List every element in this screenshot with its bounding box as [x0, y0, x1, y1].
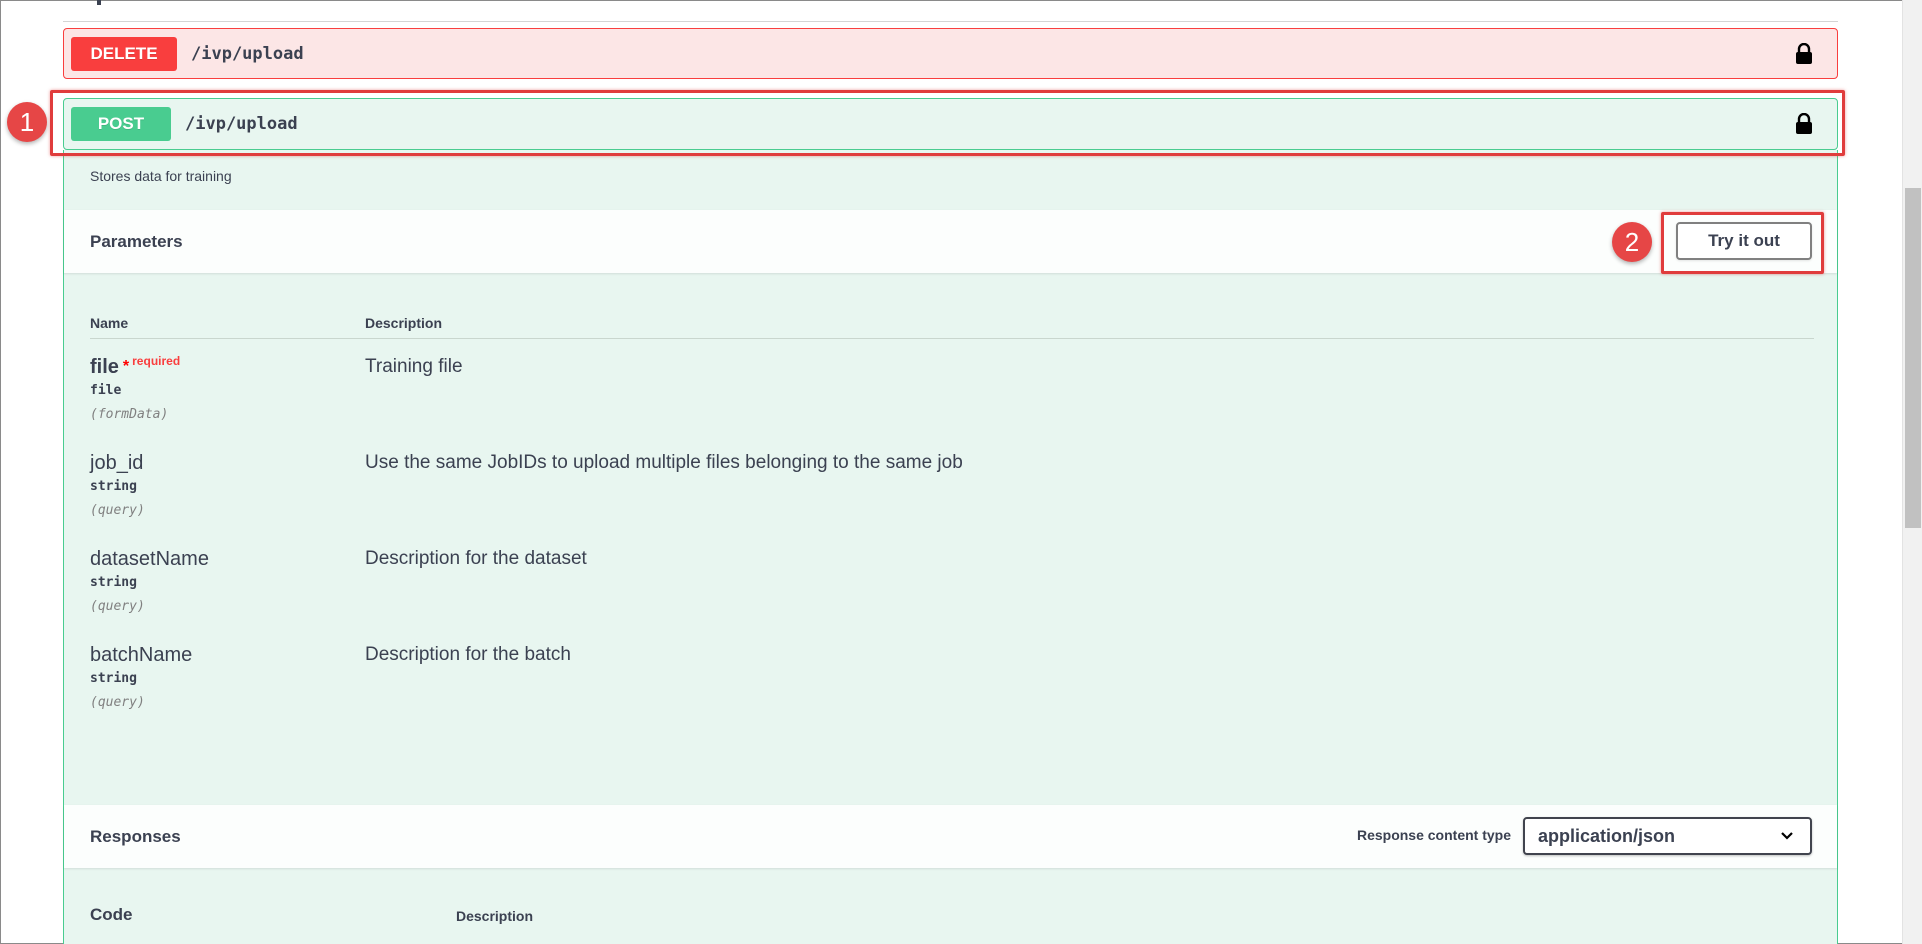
parameter-location: (query) [90, 599, 145, 614]
parameter-location: (formData) [90, 407, 169, 422]
parameter-description: Training file [365, 356, 463, 377]
required-label: required [132, 354, 181, 368]
parameter-location: (query) [90, 503, 145, 518]
parameter-type: string [90, 671, 137, 686]
parameters-title: Parameters [90, 231, 183, 251]
parameter-name: file [90, 356, 119, 378]
annotation-highlight-post [50, 90, 1845, 156]
vertical-scrollbar[interactable] [1902, 0, 1922, 944]
parameter-description: Description for the batch [365, 644, 571, 665]
chevron-down-icon [1781, 832, 1793, 840]
parameter-description: Use the same JobIDs to upload multiple f… [365, 452, 963, 473]
column-header-name: Name [90, 315, 129, 331]
parameters-header: Parameters Try it out [64, 210, 1837, 273]
parameter-description: Description for the dataset [365, 548, 587, 569]
annotation-marker-1: 1 [7, 102, 47, 142]
parameter-location: (query) [90, 695, 145, 710]
operation-body: Stores data for training Parameters Try … [63, 150, 1838, 944]
content-type-value: application/json [1538, 825, 1676, 846]
parameter-name: job_id [90, 452, 144, 474]
operation-path: /ivp/upload [191, 43, 304, 64]
responses-header: Responses Response content type applicat… [64, 805, 1837, 868]
truncated-heading-fragment [97, 0, 101, 5]
responses-title: Responses [90, 826, 181, 846]
annotation-marker-2: 2 [1612, 222, 1652, 262]
parameter-name-group: file * required [90, 354, 181, 379]
operation-delete-ivp-upload[interactable]: DELETE /ivp/upload [63, 28, 1838, 79]
operation-summary: Stores data for training [90, 168, 232, 184]
parameter-row-job-id: job_id string (query) Use the same JobID… [90, 452, 1790, 542]
parameter-type: string [90, 479, 137, 494]
parameter-row-file: file * required file (formData) Training f… [90, 354, 1790, 446]
annotation-highlight-try-it-out [1661, 212, 1824, 274]
responses-table-header: Code Description [90, 898, 1090, 932]
column-header-code: Code [90, 905, 133, 924]
column-header-description: Description [365, 315, 443, 331]
parameter-row-dataset-name: datasetName string (query) Description f… [90, 548, 1790, 638]
content-type-label: Response content type [1356, 827, 1511, 843]
parameter-type: file [90, 383, 122, 398]
method-badge-delete: DELETE [71, 36, 177, 71]
required-star: * [122, 358, 130, 375]
scrollbar-thumb[interactable] [1905, 188, 1921, 528]
parameter-type: string [90, 575, 137, 590]
column-header-description: Description [456, 908, 534, 924]
parameter-name: datasetName [90, 548, 209, 570]
section-divider [63, 21, 1838, 22]
parameter-name: batchName [90, 644, 193, 666]
lock-icon[interactable] [1795, 42, 1813, 65]
content-type-select[interactable]: application/json [1523, 817, 1812, 855]
parameters-table-header: Name Description [90, 305, 1814, 339]
parameter-row-batch-name: batchName string (query) Description for… [90, 644, 1790, 734]
